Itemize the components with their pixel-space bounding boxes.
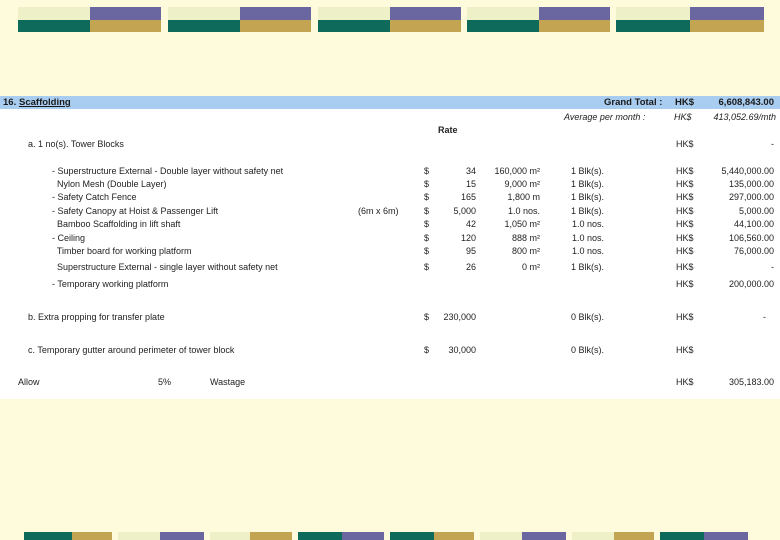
item-quantity: 888 m² (511, 233, 540, 243)
section-number: 16. (3, 97, 17, 108)
item-rate: 120 (460, 233, 476, 243)
section-b-hk-currency: HK$ (676, 312, 694, 322)
item-multiplier: 1.0 nos. (571, 219, 604, 229)
item-amount: 106,560.00 (728, 233, 774, 243)
section-b-label: b. Extra propping for transfer plate (28, 312, 165, 322)
item-description: - Ceiling (52, 233, 86, 243)
section-c-hk-currency: HK$ (676, 345, 694, 355)
item-amount: 76,000.00 (733, 246, 774, 256)
section-c-currency: $ (424, 345, 430, 355)
allow-percent: 5% (158, 377, 172, 387)
item-quantity: 0 m² (522, 262, 540, 272)
item-multiplier: 1.0 nos. (571, 233, 604, 243)
item-description: Timber board for working platform (52, 246, 192, 256)
item-description: Nylon Mesh (Double Layer) (52, 179, 167, 189)
item-currency: $ (424, 206, 430, 216)
item-currency: $ (424, 233, 430, 243)
item-quantity: 1.0 nos. (507, 206, 540, 216)
item-currency: $ (424, 219, 430, 229)
item-description: - Safety Catch Fence (52, 192, 137, 202)
rate-column-header: Rate (438, 125, 458, 135)
item-hk-currency: HK$ (676, 192, 694, 202)
item-amount: 44,100.00 (733, 219, 774, 229)
section-b-rate: 230,000 (443, 312, 476, 322)
item-multiplier: 1 Blk(s). (570, 192, 604, 202)
item-amount: 135,000.00 (728, 179, 774, 189)
top-decorative-bar (0, 0, 780, 40)
item-note: (6m x 6m) (358, 206, 399, 216)
item-rate: 34 (465, 166, 476, 176)
top-tile-1 (18, 7, 161, 32)
allow-label: Allow (18, 377, 40, 387)
item-rate: 15 (465, 179, 476, 189)
item-currency: $ (424, 246, 430, 256)
section-a-currency: HK$ (676, 139, 694, 149)
item-hk-currency: HK$ (676, 246, 694, 256)
item-description: Superstructure External - single layer w… (52, 262, 278, 272)
item-hk-currency: HK$ (676, 233, 694, 243)
average-currency: HK$ (674, 112, 692, 122)
item-multiplier: 1 Blk(s). (570, 262, 604, 272)
item-hk-currency: HK$ (676, 262, 694, 272)
item-quantity: 9,000 m² (504, 179, 540, 189)
section-c-multiplier: 0 Blk(s). (570, 345, 604, 355)
item-amount: 5,000.00 (738, 206, 774, 216)
item-amount: - (771, 262, 774, 272)
item-quantity: 160,000 m² (494, 166, 540, 176)
top-tile-3 (318, 7, 461, 32)
item-rate: 165 (460, 192, 476, 202)
section-a-label: a. 1 no(s). Tower Blocks (28, 139, 124, 149)
section-title-bar: 16. Scaffolding Grand Total : HK$ 6,608,… (0, 96, 780, 109)
item-hk-currency: HK$ (676, 219, 694, 229)
item-hk-currency: HK$ (676, 179, 694, 189)
allow-description: Wastage (210, 377, 246, 387)
item-rate: 26 (465, 262, 476, 272)
item-multiplier: 1 Blk(s). (570, 206, 604, 216)
allow-hk-currency: HK$ (676, 377, 694, 387)
item-multiplier: 1 Blk(s). (570, 166, 604, 176)
section-c-rate: 30,000 (448, 345, 476, 355)
temp-platform-value: 200,000.00 (728, 279, 774, 289)
temp-platform-currency: HK$ (676, 279, 694, 289)
section-b-multiplier: 0 Blk(s). (570, 312, 604, 322)
item-hk-currency: HK$ (676, 206, 694, 216)
item-description: - Safety Canopy at Hoist & Passenger Lif… (52, 206, 219, 216)
item-quantity: 800 m² (511, 246, 540, 256)
item-currency: $ (424, 192, 430, 202)
item-quantity: 1,050 m² (504, 219, 540, 229)
grand-total-label: Grand Total : (604, 97, 663, 108)
estimate-sheet: Average per month : HK$ 413,052.69/mth R… (0, 109, 780, 399)
item-amount: 5,440,000.00 (721, 166, 774, 176)
bottom-decorative-bar (0, 532, 780, 540)
section-b-value: - (763, 312, 766, 322)
average-value: 413,052.69/mth (713, 112, 776, 122)
top-tile-2 (168, 7, 311, 32)
section-c-label: c. Temporary gutter around perimeter of … (28, 345, 235, 355)
item-description: - Superstructure External - Double layer… (52, 166, 284, 176)
item-rate: 95 (465, 246, 476, 256)
allow-value: 305,183.00 (728, 377, 774, 387)
section-b-currency: $ (424, 312, 430, 322)
item-description: Bamboo Scaffolding in lift shaft (52, 219, 181, 229)
item-rate: 5,000 (453, 206, 476, 216)
item-amount: 297,000.00 (728, 192, 774, 202)
item-multiplier: 1.0 nos. (571, 246, 604, 256)
item-currency: $ (424, 166, 430, 176)
item-rate: 42 (465, 219, 476, 229)
section-title: Scaffolding (19, 97, 71, 108)
temp-platform-label: - Temporary working platform (52, 279, 169, 289)
average-label: Average per month : (564, 112, 646, 122)
section-a-value: - (771, 139, 774, 149)
grand-total-value: 6,608,843.00 (718, 97, 774, 108)
item-hk-currency: HK$ (676, 166, 694, 176)
top-tile-5 (616, 7, 764, 32)
item-currency: $ (424, 262, 430, 272)
item-currency: $ (424, 179, 430, 189)
grand-total-currency: HK$ (675, 97, 695, 108)
item-quantity: 1,800 m (507, 192, 540, 202)
top-tile-4 (467, 7, 610, 32)
item-multiplier: 1 Blk(s). (570, 179, 604, 189)
